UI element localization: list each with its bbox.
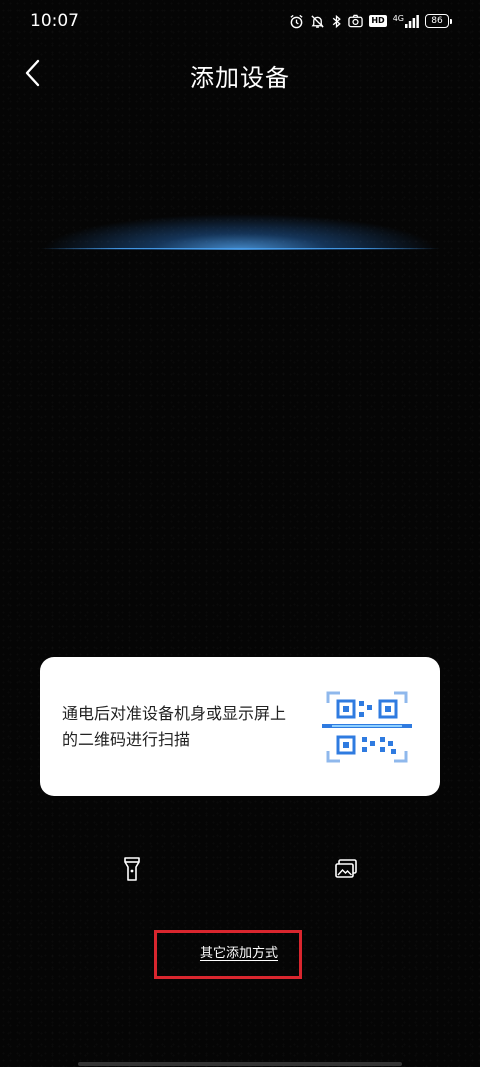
page-title: 添加设备 <box>190 64 290 92</box>
scan-hint-card: 通电后对准设备机身或显示屏上的二维码进行扫描 <box>40 657 440 796</box>
camera-preview <box>0 0 480 1067</box>
battery-level: 86 <box>425 14 449 28</box>
network-type: 4G <box>392 13 404 23</box>
camera-icon <box>348 14 364 28</box>
mute-bell-icon <box>310 14 325 29</box>
scan-line-glow <box>44 214 436 250</box>
home-indicator <box>78 1062 402 1066</box>
alarm-icon <box>289 14 304 29</box>
signal-icon: 4G <box>392 13 419 28</box>
status-time: 10:07 <box>30 11 79 31</box>
battery-indicator: 86 <box>425 14 452 28</box>
flashlight-button[interactable] <box>112 849 152 889</box>
gallery-icon <box>335 859 357 878</box>
scan-hint-text: 通电后对准设备机身或显示屏上的二维码进行扫描 <box>62 703 287 749</box>
other-add-methods-link[interactable]: 其它添加方式 <box>154 930 324 979</box>
qr-code-scan-icon <box>322 691 412 762</box>
scan-screen: 10:07 HD 4G 86 添加设备 通电后对准设备机身或显示屏上的二维码进行… <box>0 0 480 1067</box>
bluetooth-icon <box>331 14 342 29</box>
flashlight-icon <box>124 857 140 881</box>
gallery-button[interactable] <box>326 849 366 889</box>
scan-line <box>40 248 440 249</box>
hd-badge: HD <box>369 15 387 27</box>
status-icons: HD 4G 86 <box>289 14 452 29</box>
status-bar: 10:07 HD 4G 86 <box>0 0 480 42</box>
header: 添加设备 <box>0 50 480 96</box>
